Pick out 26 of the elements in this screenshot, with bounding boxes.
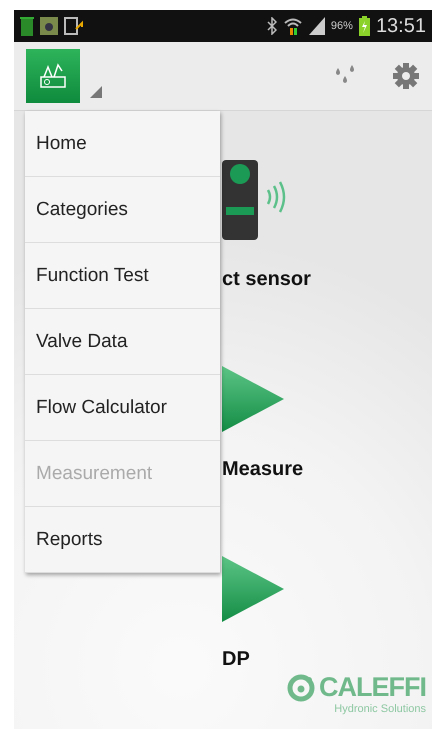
item-label[interactable]: Measure bbox=[222, 458, 304, 481]
wifi-icon bbox=[282, 17, 303, 35]
trash-can-icon bbox=[20, 16, 34, 36]
clock-time: 13:51 bbox=[376, 14, 426, 38]
battery-charging-icon bbox=[358, 16, 370, 36]
play-icon[interactable] bbox=[222, 556, 284, 622]
photo-icon bbox=[40, 17, 58, 35]
brand-tagline: Hydronic Solutions bbox=[334, 703, 426, 715]
menu-item[interactable]: Home bbox=[25, 111, 220, 177]
menu-item[interactable]: Function Test bbox=[25, 243, 220, 309]
bluetooth-icon bbox=[266, 17, 277, 35]
menu-item[interactable]: Flow Calculator bbox=[25, 375, 220, 441]
item-label[interactable]: DP bbox=[222, 648, 250, 671]
logo-mark-icon bbox=[287, 674, 315, 702]
settings-icon[interactable] bbox=[392, 62, 420, 90]
screen-transfer-icon bbox=[64, 17, 86, 35]
brand-name: CALEFFI bbox=[319, 672, 426, 703]
menu-item[interactable]: Reports bbox=[25, 507, 220, 573]
battery-percent: 96% bbox=[330, 20, 353, 32]
signal-icon bbox=[308, 17, 325, 35]
menu-item[interactable]: Categories bbox=[25, 177, 220, 243]
app-icon[interactable] bbox=[26, 49, 80, 103]
menu-item[interactable]: Valve Data bbox=[25, 309, 220, 375]
play-icon[interactable] bbox=[222, 366, 284, 432]
dropdown-triangle-icon[interactable] bbox=[90, 86, 102, 98]
item-label[interactable]: ct sensor bbox=[222, 268, 311, 291]
